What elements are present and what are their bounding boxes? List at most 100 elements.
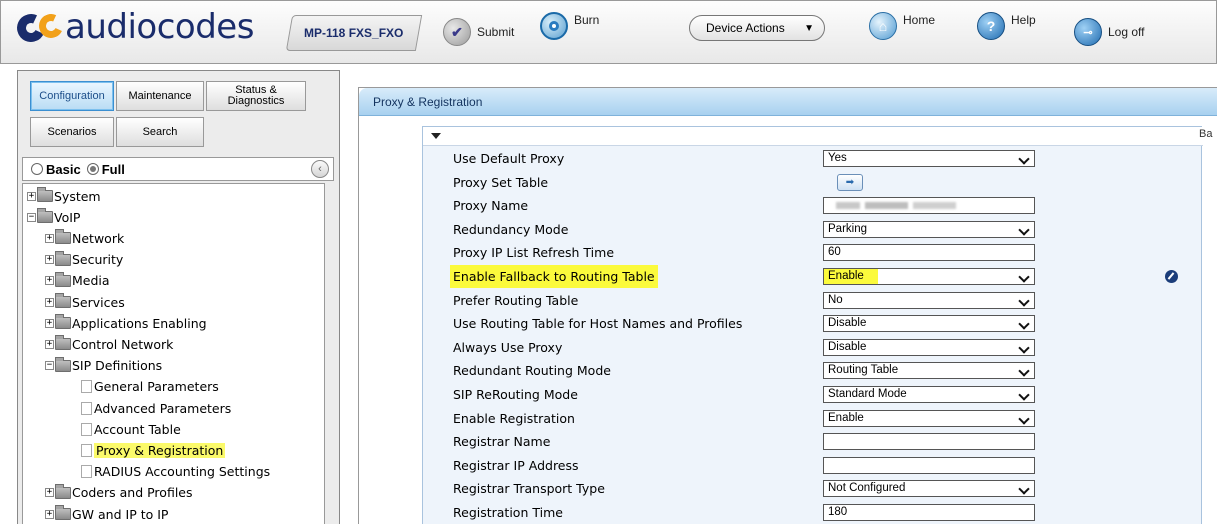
page-icon: [81, 422, 92, 436]
parameter-value: Parking: [828, 222, 867, 235]
parameter-value: 60: [828, 246, 841, 259]
tab-status-diagnostics[interactable]: Status & Diagnostics: [206, 81, 306, 111]
collapse-node-icon[interactable]: −: [27, 212, 36, 222]
parameter-select[interactable]: Parking: [823, 220, 1035, 238]
parameter-select[interactable]: Disable: [823, 315, 1035, 333]
parameter-select[interactable]: Standard Mode: [823, 386, 1035, 403]
parameter-row: Prefer Routing Table No: [423, 289, 1203, 312]
dropdown-caret-icon: ▼: [804, 22, 814, 34]
expand-node-icon[interactable]: +: [45, 488, 54, 498]
folder-icon: [55, 505, 71, 520]
parameter-select[interactable]: Not Configured: [823, 480, 1035, 498]
parameter-label: Redundant Routing Mode: [453, 363, 611, 379]
burn-button[interactable]: Burn: [540, 11, 599, 41]
expand-node-icon[interactable]: +: [45, 255, 54, 265]
tab-configuration[interactable]: Configuration: [30, 81, 114, 111]
parameter-value: Not Configured: [828, 482, 906, 495]
logoff-button[interactable]: ⊸ Log off: [1074, 17, 1144, 47]
page-icon: [81, 443, 92, 457]
parameter-row: Proxy Name: [423, 194, 1203, 217]
submit-button[interactable]: ✔ Submit: [443, 17, 514, 47]
tree-folder[interactable]: + System: [27, 186, 101, 206]
tab-scenarios[interactable]: Scenarios: [30, 117, 114, 147]
parameter-value: Routing Table: [828, 364, 899, 377]
tree-folder[interactable]: − VoIP: [27, 207, 80, 227]
parameter-select[interactable]: No: [823, 291, 1035, 309]
parameter-select[interactable]: Routing Table: [823, 362, 1035, 380]
collapse-arrow-icon[interactable]: [431, 133, 441, 139]
collapse-panel-icon[interactable]: ‹: [311, 160, 329, 178]
parameter-row: Redundancy Mode Parking: [423, 218, 1203, 241]
expand-node-icon[interactable]: +: [45, 318, 54, 328]
full-label: Full: [101, 161, 125, 177]
parameter-select[interactable]: Enable: [823, 409, 1035, 427]
group-header[interactable]: [423, 127, 1203, 146]
parameter-select[interactable]: Disable: [823, 338, 1035, 356]
tree-item[interactable]: RADIUS Accounting Settings: [81, 462, 270, 482]
tree-folder[interactable]: + Coders and Profiles: [45, 483, 193, 503]
expand-node-icon[interactable]: +: [45, 276, 54, 286]
tree-folder[interactable]: + Control Network: [45, 334, 173, 354]
folder-icon: [55, 356, 71, 372]
parameter-select[interactable]: Yes: [823, 150, 1035, 167]
parameter-label: Proxy Set Table: [453, 174, 549, 190]
parameter-row: Use Routing Table for Host Names and Pro…: [423, 312, 1203, 335]
parameter-input[interactable]: [823, 456, 1035, 474]
tree-item[interactable]: Advanced Parameters: [81, 398, 231, 418]
folder-icon: [55, 250, 71, 266]
tab-maintenance[interactable]: Maintenance: [116, 81, 204, 111]
folder-icon: [55, 229, 71, 245]
device-name-tab: MP-118 FXS_FXO: [285, 15, 423, 51]
tree-item[interactable]: Account Table: [81, 419, 181, 439]
expand-node-icon[interactable]: +: [45, 297, 54, 307]
parameter-row: Use Default Proxy Yes: [423, 147, 1203, 170]
tree-item[interactable]: General Parameters: [81, 377, 219, 397]
parameter-select[interactable]: Enable: [823, 268, 1035, 285]
tree-folder[interactable]: + Network: [45, 228, 124, 248]
home-button[interactable]: ⌂ Home: [869, 11, 935, 41]
tree-item-label: Services: [72, 294, 125, 310]
parameter-input[interactable]: 180: [823, 504, 1035, 521]
parameter-value: Yes: [828, 152, 847, 164]
tree-item-label: Applications Enabling: [72, 315, 207, 331]
tree-folder[interactable]: − SIP Definitions: [45, 356, 162, 376]
parameter-label: Prefer Routing Table: [453, 292, 579, 308]
parameter-row: Redundant Routing Mode Routing Table: [423, 359, 1203, 382]
device-actions-dropdown[interactable]: Device Actions ▼: [689, 15, 825, 41]
help-button[interactable]: ? Help: [977, 11, 1036, 41]
tree-folder[interactable]: + Services: [45, 292, 125, 312]
tree-folder[interactable]: + Media: [45, 271, 110, 291]
open-table-button[interactable]: ➡: [837, 173, 863, 191]
parameter-label: Registrar IP Address: [453, 457, 579, 473]
collapse-node-icon[interactable]: −: [45, 361, 54, 371]
tree-folder[interactable]: + GW and IP to IP: [45, 504, 168, 524]
folder-icon: [55, 483, 71, 499]
parameter-value: 180: [828, 506, 848, 518]
tree-item-label: System: [54, 188, 101, 204]
expand-node-icon[interactable]: +: [45, 339, 54, 349]
expand-node-icon[interactable]: +: [27, 191, 36, 201]
checkmark-icon: ✔: [443, 18, 471, 46]
tree-folder[interactable]: + Security: [45, 250, 123, 270]
basic-radio[interactable]: [31, 163, 43, 175]
folder-icon: [55, 293, 71, 308]
parameter-input[interactable]: 60: [823, 244, 1035, 262]
tree-folder[interactable]: + Applications Enabling: [45, 313, 207, 333]
tree-item-label: Coders and Profiles: [72, 485, 193, 501]
nav-tabs: Configuration Maintenance Status & Diagn…: [26, 77, 332, 157]
full-radio[interactable]: [86, 163, 99, 175]
expand-node-icon[interactable]: +: [45, 233, 54, 243]
parameter-input[interactable]: [823, 197, 1035, 215]
tab-search[interactable]: Search: [116, 117, 204, 147]
tree-item[interactable]: Proxy & Registration: [81, 440, 226, 460]
parameter-input[interactable]: [823, 433, 1035, 451]
folder-icon: [37, 208, 53, 224]
parameter-label: SIP ReRouting Mode: [453, 387, 578, 402]
page-icon: [81, 380, 92, 394]
home-icon: ⌂: [869, 12, 897, 40]
expand-node-icon[interactable]: +: [45, 509, 54, 519]
basic-label: Basic: [46, 161, 81, 177]
parameter-value: Standard Mode: [828, 388, 907, 400]
parameter-table: Use Default Proxy Yes Proxy Set Table ➡ Prox…: [422, 126, 1203, 524]
parameter-label: Redundancy Mode: [453, 221, 569, 237]
